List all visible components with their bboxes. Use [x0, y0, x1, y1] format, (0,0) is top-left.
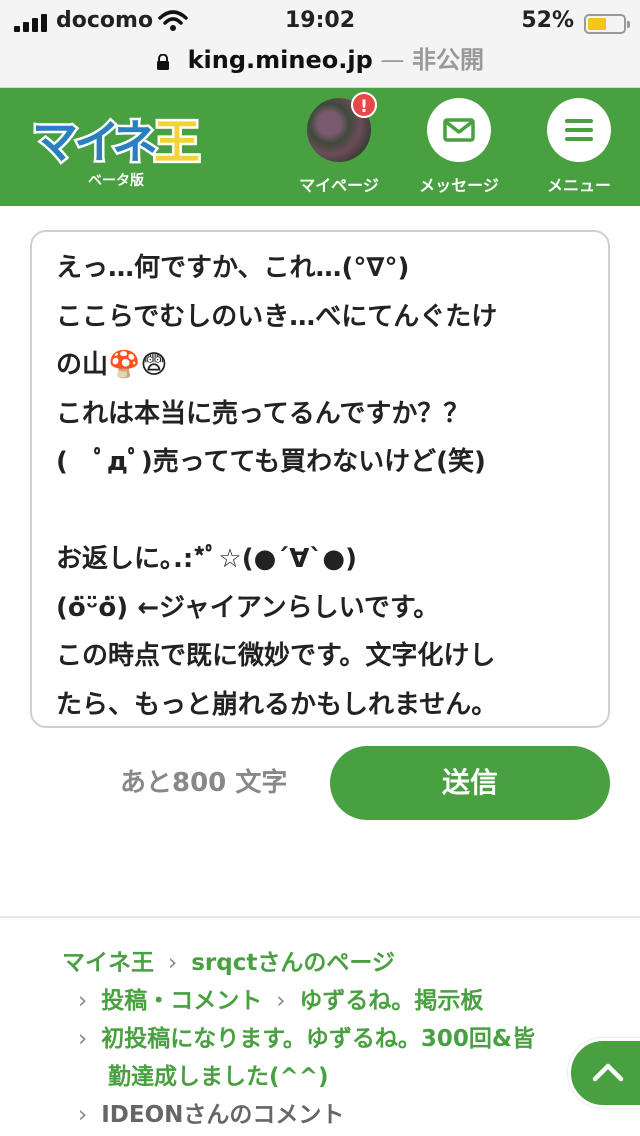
comment-line — [56, 487, 584, 536]
svg-text:マ: マ — [32, 115, 78, 168]
nav-messages[interactable]: メッセージ — [404, 98, 514, 196]
site-header: マ イ ネ 王 ベータ版 ! マイページ メッセージ メニュー — [0, 88, 640, 206]
notification-badge: ! — [351, 92, 377, 118]
comment-line: の山🍄😨 — [56, 350, 168, 380]
nav-mypage-label: マイページ — [299, 176, 379, 195]
battery-icon — [584, 14, 630, 34]
battery-percent: 52% — [521, 8, 574, 33]
send-button[interactable]: 送信 — [330, 746, 610, 820]
nav-menu[interactable]: メニュー — [524, 98, 634, 196]
nav-menu-label: メニュー — [546, 176, 611, 195]
lock-icon — [156, 54, 169, 70]
divider — [0, 916, 640, 918]
breadcrumb-separator: › — [78, 1102, 88, 1128]
avatar: ! — [307, 92, 377, 162]
comment-textarea[interactable]: えっ…何ですか、これ…(°∇°) ここらでむしのいき…べにてんぐたけ の山🍄😨 … — [30, 230, 610, 728]
breadcrumb-link-thread[interactable]: 初投稿になります。ゆずるね。300回&皆 — [101, 1026, 535, 1052]
breadcrumb-link-board[interactable]: ゆずるね。掲示板 — [299, 988, 483, 1014]
comment-line: たら、もっと崩れるかもしれません。 — [56, 689, 498, 720]
comment-line: (ȯ̈ᵕ̈ȯ̈) ←ジャイアンらしいです。 — [56, 592, 440, 623]
nav-mypage[interactable]: ! マイページ — [284, 92, 394, 196]
comment-line: お返しに｡.:*ﾟ☆(●´∀`●) — [56, 544, 357, 574]
remaining-char-count: あと800 文字 — [120, 768, 288, 798]
mineo-logo[interactable]: マ イ ネ 王 — [30, 108, 202, 169]
breadcrumb-separator: › — [78, 988, 88, 1014]
svg-text:王: 王 — [154, 115, 200, 168]
breadcrumb: マイネ王 › srqctさんのページ › 投稿・コメント › ゆずるね。掲示板 › 初投稿に… — [62, 944, 582, 1134]
breadcrumb-current: IDEONさんのコメント — [101, 1102, 345, 1128]
comment-line: これは本当に売ってるんですか？？ — [56, 398, 470, 429]
breadcrumb-link-thread-cont[interactable]: 勤達成しました(^^) — [108, 1064, 329, 1090]
url-dash: — — [380, 46, 405, 74]
svg-text:ネ: ネ — [112, 115, 158, 168]
url-host: king.mineo.jp — [187, 46, 373, 74]
breadcrumb-link-user-page[interactable]: srqctさんのページ — [191, 950, 395, 976]
hamburger-icon — [565, 119, 593, 141]
logo-beta-label: ベータ版 — [88, 173, 144, 189]
comment-line: ( ﾟдﾟ)売ってても買わないけど(笑) — [56, 447, 486, 477]
status-bar: docomo 19:02 52% king.mineo.jp — 非公開 — [0, 0, 640, 88]
url-visibility: 非公開 — [412, 46, 485, 74]
scroll-to-top-button[interactable] — [568, 1038, 640, 1108]
breadcrumb-link-posts[interactable]: 投稿・コメント — [101, 988, 262, 1014]
breadcrumb-separator: › — [168, 950, 178, 976]
envelope-icon — [443, 118, 475, 142]
breadcrumb-separator: › — [78, 1026, 88, 1052]
comment-line: ここらでむしのいき…べにてんぐたけ — [56, 301, 498, 332]
comment-line: えっ…何ですか、これ…(°∇°) — [56, 253, 410, 283]
comment-line: この時点で既に微妙です。文字化けし — [56, 641, 496, 671]
chevron-up-icon — [592, 1063, 624, 1082]
url-bar[interactable]: king.mineo.jp — 非公開 — [0, 40, 640, 75]
breadcrumb-link-home[interactable]: マイネ王 — [62, 950, 154, 976]
breadcrumb-separator: › — [276, 988, 286, 1014]
nav-messages-label: メッセージ — [419, 176, 499, 195]
